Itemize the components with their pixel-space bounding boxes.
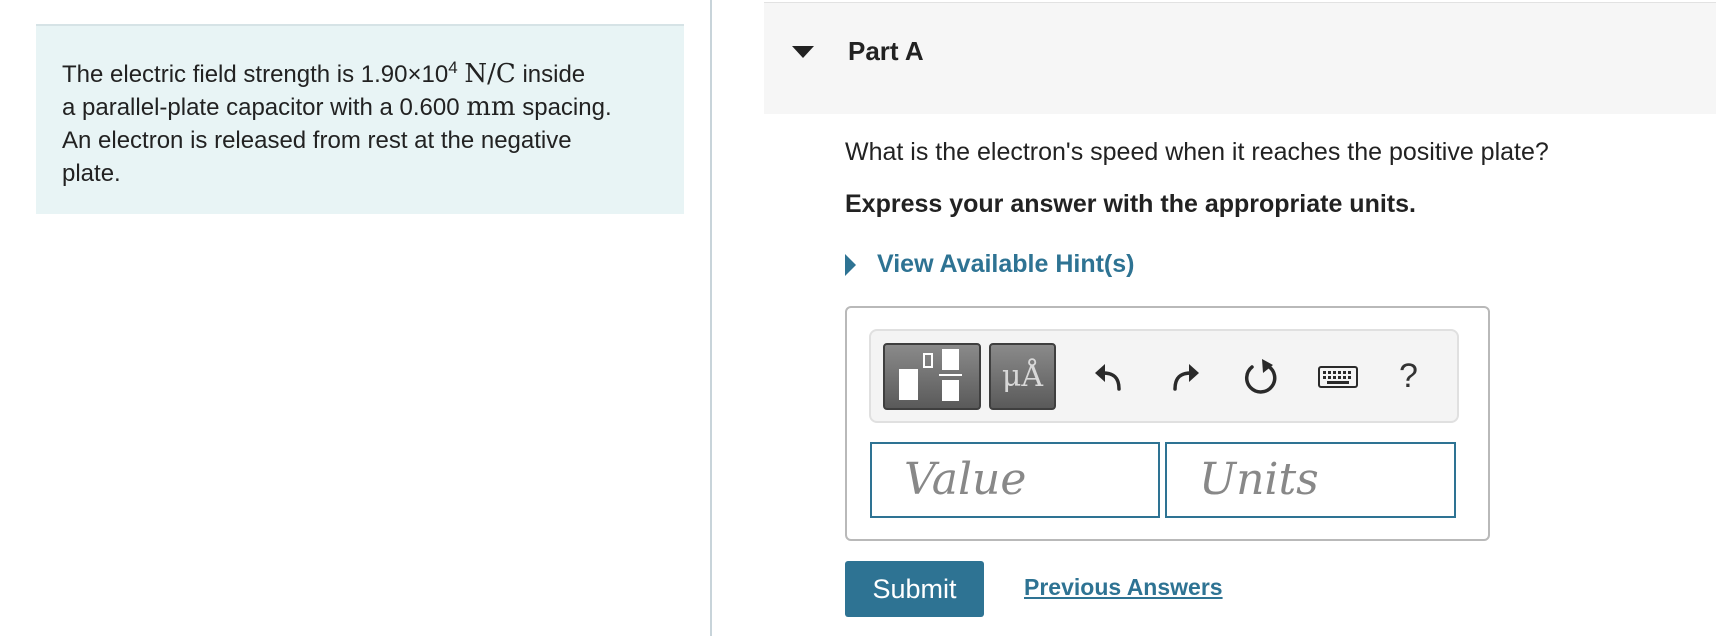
- units-button[interactable]: μÅ: [989, 343, 1056, 410]
- previous-answers-link[interactable]: Previous Answers: [1024, 574, 1223, 601]
- column-divider: [710, 0, 712, 636]
- value-input[interactable]: Value: [870, 442, 1160, 518]
- redo-icon[interactable]: [1161, 355, 1205, 399]
- exponent: 4: [448, 58, 458, 77]
- submit-button[interactable]: Submit: [845, 561, 984, 617]
- collapse-caret-icon[interactable]: [792, 46, 814, 58]
- view-hints-toggle[interactable]: View Available Hint(s): [845, 250, 1134, 279]
- part-header: Part A: [764, 2, 1716, 114]
- question-text: What is the electron's speed when it rea…: [845, 138, 1549, 166]
- units-input[interactable]: Units: [1165, 442, 1456, 518]
- help-button[interactable]: ?: [1399, 357, 1418, 396]
- keyboard-icon[interactable]: [1316, 355, 1360, 399]
- problem-line-4: plate.: [62, 160, 121, 187]
- field-unit: N/C: [464, 59, 516, 89]
- problem-line-2: a parallel-plate capacitor with a 0.600 …: [62, 92, 612, 122]
- hints-label[interactable]: View Available Hint(s): [877, 250, 1134, 279]
- fraction-template-button[interactable]: [883, 343, 981, 410]
- instruction-text: Express your answer with the appropriate…: [845, 190, 1416, 218]
- part-title: Part A: [848, 36, 924, 66]
- math-toolbar: μÅ ?: [869, 329, 1459, 423]
- units-button-label: μÅ: [1001, 359, 1044, 394]
- answer-box: μÅ ? Value Units: [845, 306, 1490, 541]
- problem-line-3: An electron is released from rest at the…: [62, 127, 572, 154]
- expand-caret-icon: [845, 253, 856, 276]
- spacing-unit: mm: [466, 92, 516, 122]
- problem-line-1: The electric field strength is 1.90×104 …: [62, 58, 586, 89]
- reset-icon[interactable]: [1238, 355, 1282, 399]
- undo-icon[interactable]: [1089, 355, 1133, 399]
- problem-statement: The electric field strength is 1.90×104 …: [36, 24, 684, 214]
